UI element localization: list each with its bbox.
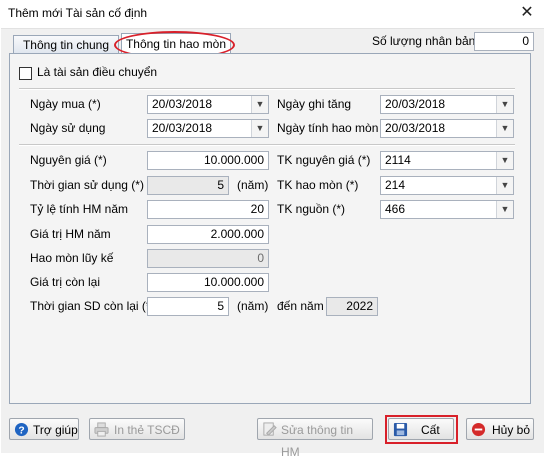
print-card-button[interactable]: In thẻ TSCĐ xyxy=(89,418,185,440)
title-bar: Thêm mới Tài sản cố định ✕ xyxy=(0,0,545,28)
usage-time-input[interactable]: 5 xyxy=(147,176,229,195)
dep-date-value: 20/03/2018 xyxy=(385,121,446,135)
dropdown-arrow-icon[interactable]: ▼ xyxy=(496,96,513,113)
remaining-time-label: Thời gian SD còn lại (*) xyxy=(30,299,155,313)
rate-input[interactable]: 20 xyxy=(147,200,269,219)
edit-dep-label: Sửa thông tin HM xyxy=(281,423,354,459)
original-cost-label: Nguyên giá (*) xyxy=(30,153,107,167)
window-title: Thêm mới Tài sản cố định xyxy=(8,6,148,20)
copies-label: Số lượng nhân bản xyxy=(372,34,476,48)
use-date-label: Ngày sử dụng xyxy=(30,121,106,135)
annual-dep-label: Giá trị HM năm xyxy=(30,227,111,241)
account-source-value: 466 xyxy=(385,202,406,216)
account-original-select[interactable]: 2114 ▼ xyxy=(380,151,514,170)
cancel-button[interactable]: Hủy bỏ xyxy=(466,418,534,440)
edit-dep-button[interactable]: Sửa thông tin HM xyxy=(257,418,373,459)
usage-time-label: Thời gian sử dụng (*) xyxy=(30,178,144,192)
account-original-value: 2114 xyxy=(385,153,411,167)
close-icon[interactable]: ✕ xyxy=(516,3,538,23)
purchase-date-picker[interactable]: 20/03/2018 ▼ xyxy=(147,95,269,114)
help-icon: ? xyxy=(14,422,29,436)
dropdown-arrow-icon[interactable]: ▼ xyxy=(496,201,513,218)
end-year-input: 2022 xyxy=(326,297,378,316)
tab-general-label: Thông tin chung xyxy=(22,38,110,52)
remaining-value-label: Giá trị còn lại xyxy=(30,275,101,289)
save-highlight-box xyxy=(385,415,458,444)
edit-icon xyxy=(263,422,277,436)
separator xyxy=(19,144,515,146)
account-source-select[interactable]: 466 ▼ xyxy=(380,200,514,219)
dep-date-label: Ngày tính hao mòn xyxy=(277,121,379,135)
dep-date-picker[interactable]: 20/03/2018 ▼ xyxy=(380,119,514,138)
account-dep-select[interactable]: 214 ▼ xyxy=(380,176,514,195)
account-dep-label: TK hao mòn (*) xyxy=(277,178,359,192)
use-date-value: 20/03/2018 xyxy=(152,121,213,135)
increase-date-label: Ngày ghi tăng xyxy=(277,97,352,111)
tab-general[interactable]: Thông tin chung xyxy=(13,35,119,54)
print-label: In thẻ TSCĐ xyxy=(114,423,180,437)
account-source-label: TK nguồn (*) xyxy=(277,202,346,216)
cancel-icon xyxy=(471,422,486,437)
dropdown-arrow-icon[interactable]: ▼ xyxy=(496,120,513,137)
remaining-time-input[interactable]: 5 xyxy=(147,297,229,316)
account-original-label: TK nguyên giá (*) xyxy=(277,153,371,167)
end-year-label: đến năm xyxy=(277,299,324,313)
dropdown-arrow-icon[interactable]: ▼ xyxy=(251,120,268,137)
accumulated-input: 0 xyxy=(147,249,269,268)
remaining-value-input[interactable]: 10.000.000 xyxy=(147,273,269,292)
help-button[interactable]: ? Trợ giúp xyxy=(9,418,79,440)
purchase-date-value: 20/03/2018 xyxy=(152,97,213,111)
separator xyxy=(19,88,515,90)
increase-date-value: 20/03/2018 xyxy=(385,97,446,111)
dropdown-arrow-icon[interactable]: ▼ xyxy=(496,152,513,169)
transfer-label: Là tài sản điều chuyển xyxy=(37,65,158,79)
cancel-label: Hủy bỏ xyxy=(492,423,531,437)
original-cost-input[interactable]: 10.000.000 xyxy=(147,151,269,170)
accumulated-label: Hao mòn lũy kế xyxy=(30,251,114,265)
dropdown-arrow-icon[interactable]: ▼ xyxy=(496,177,513,194)
rate-label: Tỷ lệ tính HM năm xyxy=(30,202,129,216)
use-date-picker[interactable]: 20/03/2018 ▼ xyxy=(147,119,269,138)
usage-time-unit: (năm) xyxy=(237,178,269,192)
remaining-time-unit: (năm) xyxy=(237,299,269,313)
dropdown-arrow-icon[interactable]: ▼ xyxy=(251,96,268,113)
purchase-date-label: Ngày mua (*) xyxy=(30,97,101,111)
increase-date-picker[interactable]: 20/03/2018 ▼ xyxy=(380,95,514,114)
help-label: Trợ giúp xyxy=(33,423,78,437)
svg-text:?: ? xyxy=(18,425,24,436)
copies-input[interactable]: 0 xyxy=(474,32,534,51)
print-icon xyxy=(94,422,109,437)
transfer-checkbox[interactable] xyxy=(19,67,32,80)
annual-dep-input[interactable]: 2.000.000 xyxy=(147,225,269,244)
account-dep-value: 214 xyxy=(385,178,406,192)
